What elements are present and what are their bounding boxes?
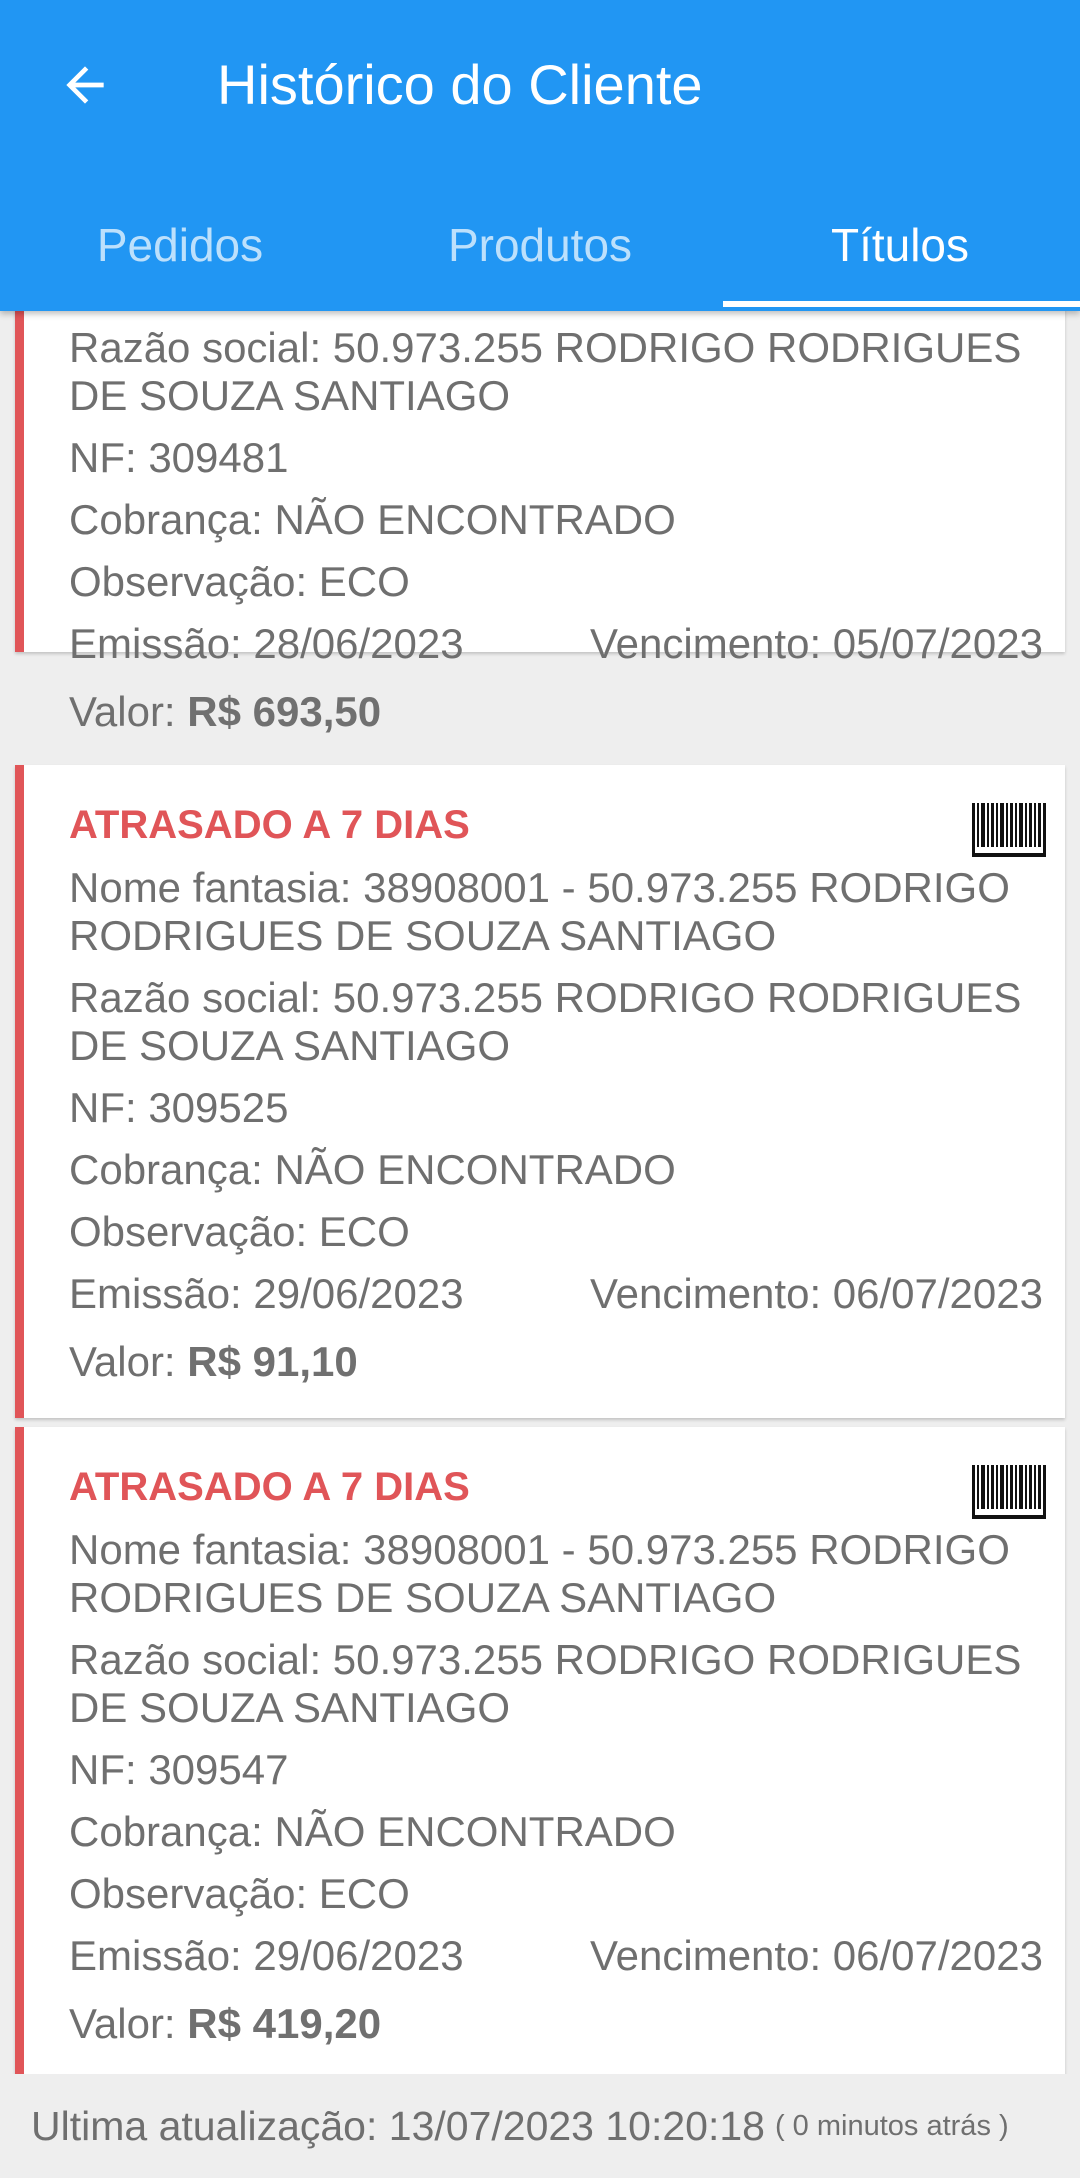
observacao: Observação: ECO — [69, 1208, 410, 1255]
valor-label: Valor: — [69, 2000, 188, 2047]
observacao: Observação: ECO — [69, 1870, 410, 1917]
valor-amount: R$ 91,10 — [187, 1338, 358, 1385]
nome-fantasia-line1: Nome fantasia: 38908001 - 50.973.255 ROD… — [69, 1526, 1010, 1573]
valor-label: Valor: — [69, 1338, 188, 1385]
last-update-footer: Ultima atualização: 13/07/2023 10:20:18 … — [0, 2074, 1080, 2178]
barcode-icon[interactable] — [972, 1465, 1046, 1519]
razao-social-line1: Razão social: 50.973.255 RODRIGO RODRIGU… — [69, 324, 1022, 371]
status-label: ATRASADO A 7 DIAS — [69, 803, 470, 847]
tab-pedidos[interactable]: Pedidos — [0, 200, 360, 311]
title-card[interactable]: ATRASADO A 7 DIAS Nome fantasia: 3890800… — [15, 1427, 1065, 2074]
tab-produtos[interactable]: Produtos — [360, 200, 720, 311]
emissao-date: Emissão: 29/06/2023 — [69, 1270, 464, 1317]
tab-titulos[interactable]: Títulos — [720, 200, 1080, 311]
titles-list[interactable]: Razão social: 50.973.255 RODRIGO RODRIGU… — [0, 311, 1080, 2074]
cobranca: Cobrança: NÃO ENCONTRADO — [69, 1808, 676, 1855]
arrow-back-icon — [66, 66, 104, 104]
barcode-icon[interactable] — [972, 803, 1046, 857]
valor: Valor: R$ 693,50 — [69, 687, 381, 736]
vencimento-date: Vencimento: 06/07/2023 — [589, 1270, 1043, 1317]
valor: Valor: R$ 91,10 — [69, 1337, 358, 1386]
title-card[interactable]: Razão social: 50.973.255 RODRIGO RODRIGU… — [15, 311, 1065, 735]
razao-social-line1: Razão social: 50.973.255 RODRIGO RODRIGU… — [69, 1636, 1022, 1683]
emissao-date: Emissão: 29/06/2023 — [69, 1932, 464, 1979]
back-button[interactable] — [50, 50, 120, 120]
last-update-text: Ultima atualização: 13/07/2023 10:20:18 — [31, 2102, 765, 2149]
last-update-ago: ( 0 minutos atrás ) — [774, 2109, 1009, 2142]
vencimento-date: Vencimento: 06/07/2023 — [589, 1932, 1043, 1979]
nome-fantasia-line1: Nome fantasia: 38908001 - 50.973.255 ROD… — [69, 864, 1010, 911]
status-label: ATRASADO A 7 DIAS — [69, 1465, 470, 1509]
cobranca: Cobrança: NÃO ENCONTRADO — [69, 1146, 676, 1193]
cobranca: Cobrança: NÃO ENCONTRADO — [69, 496, 676, 543]
page-title: Histórico do Cliente — [217, 53, 703, 116]
razao-social-line2: DE SOUZA SANTIAGO — [69, 1684, 511, 1731]
title-card[interactable]: ATRASADO A 7 DIAS Nome fantasia: 3890800… — [15, 765, 1065, 1418]
valor-amount: R$ 419,20 — [187, 2000, 382, 2047]
nome-fantasia-line2: RODRIGUES DE SOUZA SANTIAGO — [69, 1574, 777, 1621]
razao-social-line1: Razão social: 50.973.255 RODRIGO RODRIGU… — [69, 974, 1022, 1021]
valor-amount: R$ 693,50 — [187, 688, 382, 735]
valor-label: Valor: — [69, 688, 188, 735]
observacao: Observação: ECO — [69, 558, 410, 605]
nf-number: NF: 309547 — [69, 1746, 289, 1793]
vencimento-date: Vencimento: 05/07/2023 — [589, 620, 1043, 667]
emissao-date: Emissão: 28/06/2023 — [69, 620, 464, 667]
razao-social-line2: DE SOUZA SANTIAGO — [69, 1022, 511, 1069]
nome-fantasia-line2: RODRIGUES DE SOUZA SANTIAGO — [69, 912, 777, 959]
tab-bar: Pedidos Produtos Títulos — [0, 200, 1080, 311]
tab-indicator — [723, 301, 1080, 307]
app-bar: Histórico do Cliente Pedidos Produtos Tí… — [0, 0, 1080, 311]
nf-number: NF: 309481 — [69, 434, 289, 481]
nf-number: NF: 309525 — [69, 1084, 289, 1131]
valor: Valor: R$ 419,20 — [69, 1999, 381, 2048]
razao-social-line2: DE SOUZA SANTIAGO — [69, 372, 511, 419]
